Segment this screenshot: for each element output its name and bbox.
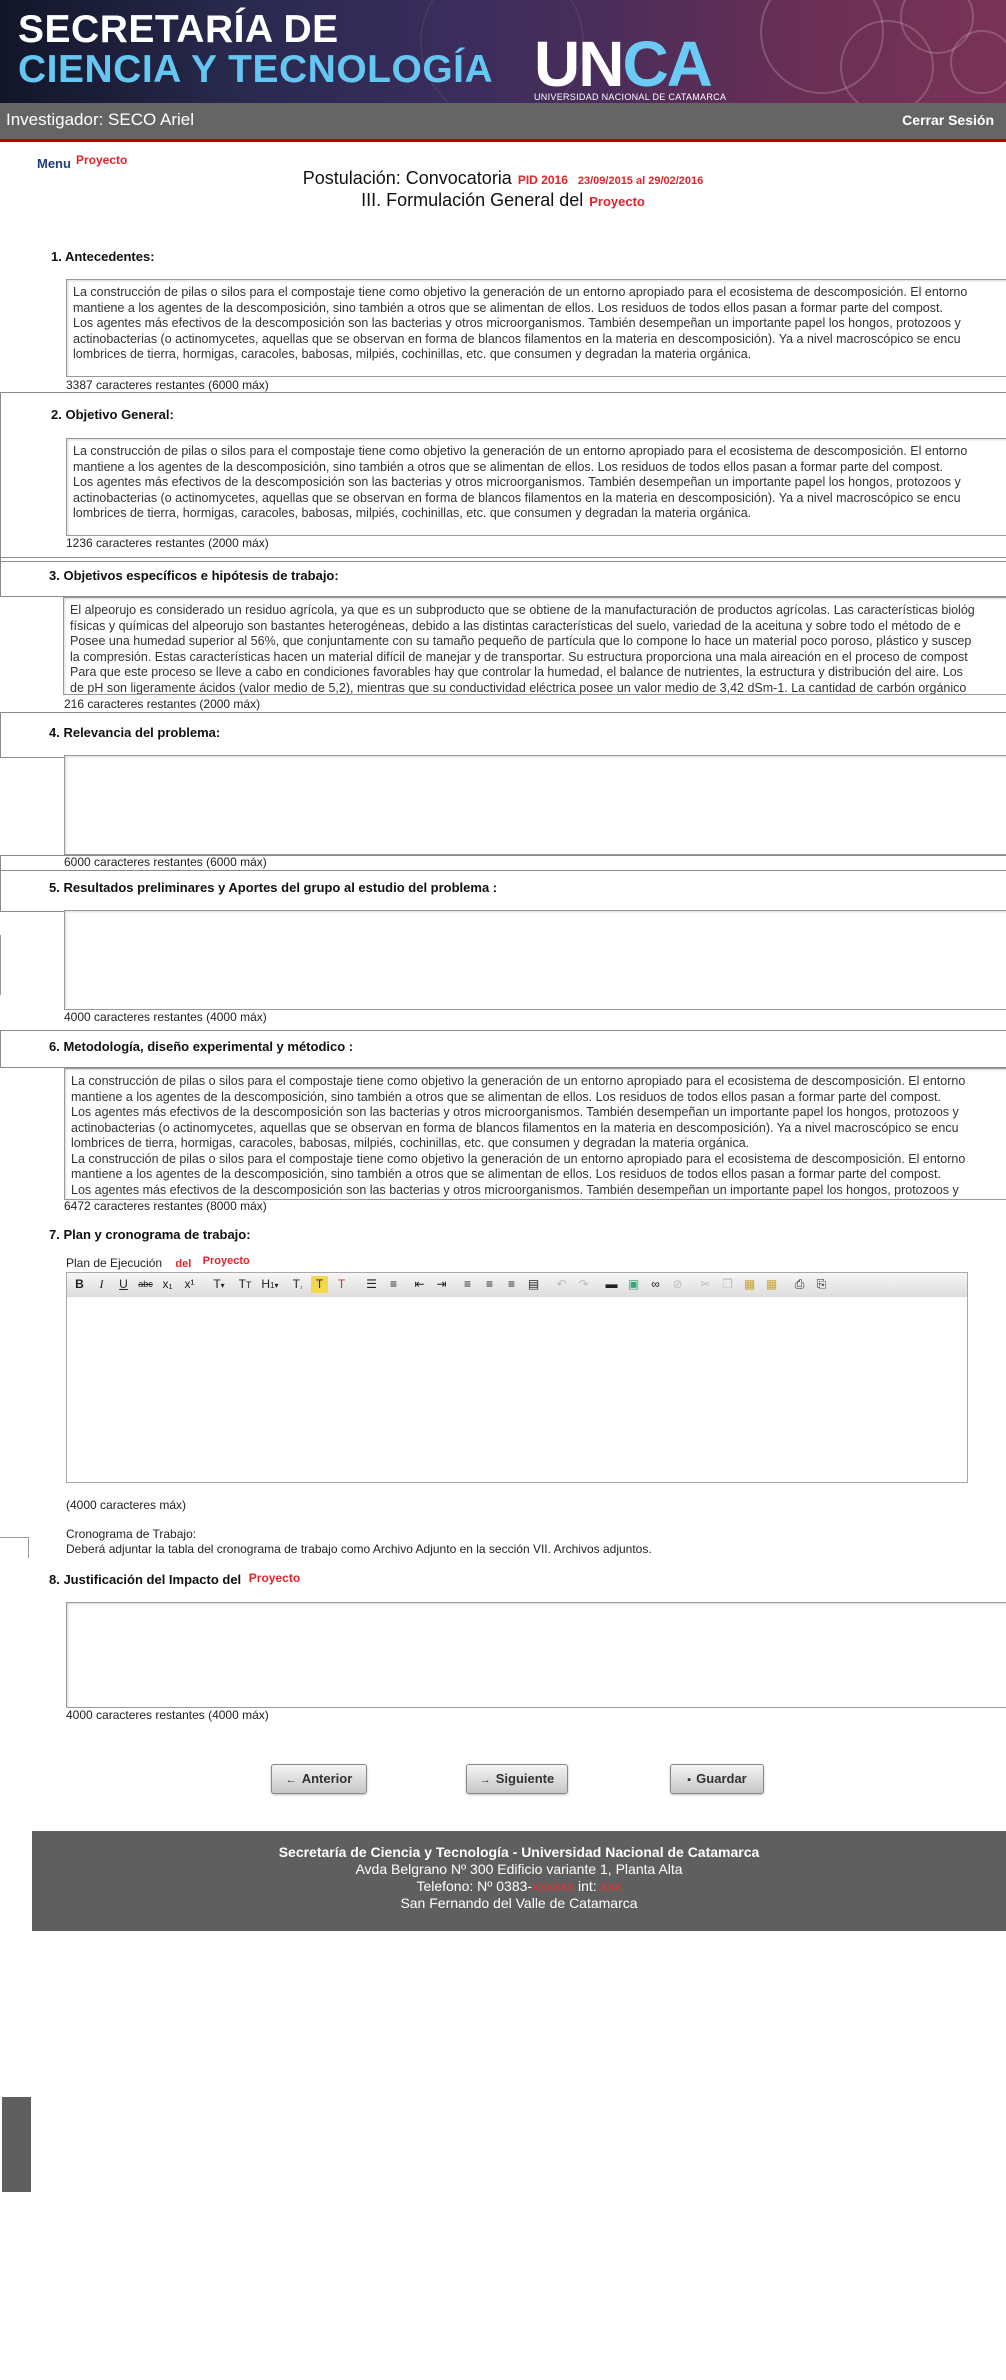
antecedentes-textarea[interactable]: La construcción de pilas o silos para el…	[66, 279, 1006, 377]
footer-city: San Fernando del Valle de Catamarca	[400, 1895, 638, 1911]
indent-icon[interactable]: ⇥	[433, 1276, 450, 1293]
section2-counter: 1236 caracteres restantes (2000 máx)	[66, 536, 269, 550]
logo-subtitle: UNIVERSIDAD NACIONAL DE CATAMARCA	[534, 92, 727, 102]
bullet-list-icon[interactable]: ☰	[363, 1276, 380, 1293]
banner-title-line1: SECRETARÍA DE	[18, 8, 339, 51]
section8-label: 8. Justificación del Impacto del Proyect…	[49, 1571, 301, 1587]
horizontal-rule-icon[interactable]: ▬	[603, 1276, 620, 1293]
arrow-left-icon: ←	[285, 1774, 297, 1786]
format-button[interactable]: T₁	[289, 1276, 306, 1293]
cronograma-label: Cronograma de Trabajo:	[66, 1527, 197, 1541]
logo-ca: CA	[622, 28, 712, 100]
cronograma-text: Deberá adjuntar la tabla del cronograma …	[66, 1542, 652, 1556]
section3-counter: 216 caracteres restantes (2000 máx)	[64, 697, 261, 711]
superscript-button[interactable]: x¹	[181, 1276, 198, 1293]
plan-ejecucion-editor[interactable]	[66, 1297, 968, 1483]
footer: Secretaría de Ciencia y Tecnología - Uni…	[32, 1831, 1006, 1931]
section7-label: 7. Plan y cronograma de trabajo:	[49, 1227, 251, 1242]
section-title: III. Formulación General del Proyecto	[361, 190, 645, 210]
section3-label: 3. Objetivos específicos e hipótesis de …	[49, 568, 339, 583]
logo-un: UN	[534, 28, 624, 100]
section4-label: 4. Relevancia del problema:	[49, 725, 221, 740]
plan-max-label: (4000 caracteres máx)	[66, 1498, 187, 1512]
copy-icon[interactable]: ❐	[719, 1276, 736, 1293]
print-icon[interactable]: ⎙	[791, 1276, 808, 1293]
heading-button[interactable]: H1▾	[259, 1276, 281, 1293]
numbered-list-icon[interactable]: ≡	[385, 1276, 402, 1293]
italic-button[interactable]: I	[93, 1276, 110, 1293]
footer-address: Avda Belgrano Nº 300 Edificio variante 1…	[355, 1861, 683, 1877]
plan-label: Plan de Ejecución del Proyecto	[66, 1255, 250, 1270]
relevancia-textarea[interactable]	[64, 755, 1006, 855]
justificacion-textarea[interactable]	[66, 1602, 1006, 1708]
align-right-icon[interactable]: ≡	[503, 1276, 520, 1293]
unca-logo: UNCA	[534, 32, 713, 96]
bold-button[interactable]: B	[71, 1276, 88, 1293]
remove-format-button[interactable]: T	[333, 1276, 350, 1293]
left-edge-mark	[0, 1537, 29, 1558]
cut-icon[interactable]: ✂	[697, 1276, 714, 1293]
side-gray-block	[2, 2097, 31, 2192]
preview-icon[interactable]: ⎘	[813, 1276, 830, 1293]
call-dates: 23/09/2015 al 29/02/2016	[577, 175, 704, 187]
user-bar: Investigador: SECO Ariel Cerrar Sesión	[0, 103, 1006, 142]
font-family-button[interactable]: TT	[235, 1276, 255, 1293]
subscript-button[interactable]: x₁	[159, 1276, 176, 1293]
section4-counter-frame	[0, 855, 1006, 871]
page-title: Postulación: Convocatoria PID 2016 23/09/2…	[302, 168, 704, 188]
link-icon[interactable]: ∞	[647, 1276, 664, 1293]
outdent-icon[interactable]: ⇤	[411, 1276, 428, 1293]
strikethrough-button[interactable]: abc	[137, 1276, 154, 1293]
paste-icon[interactable]: ▦	[741, 1276, 758, 1293]
editor-toolbar: B I U abc x₁ x¹ T▾ TT H1▾ T₁ T T ☰ ≡ ⇤ ⇥…	[66, 1272, 968, 1298]
pid-label: PID 2016	[517, 173, 568, 187]
align-center-icon[interactable]: ≡	[481, 1276, 498, 1293]
highlight-button[interactable]: T	[311, 1276, 328, 1293]
section2-label: 2. Objetivo General:	[51, 407, 174, 422]
footer-org: Secretaría de Ciencia y Tecnología - Uni…	[278, 1844, 760, 1860]
section1-label: 1. Antecedentes:	[51, 249, 155, 264]
section6-frame	[0, 1030, 1006, 1068]
section5-frame	[0, 870, 1006, 912]
justify-icon[interactable]: ▤	[525, 1276, 542, 1293]
footer-phone: Telefono: Nº 0383-xxxxxx int: xxx	[416, 1878, 622, 1894]
investigator-name: Investigador: SECO Ariel	[6, 110, 195, 129]
objetivos-especificos-textarea[interactable]: El alpeorujo es considerado un residuo a…	[63, 597, 1006, 695]
left-edge-mark	[0, 935, 4, 995]
objetivo-general-textarea[interactable]: La construcción de pilas o silos para el…	[66, 438, 1006, 536]
redo-icon[interactable]: ↷	[575, 1276, 592, 1293]
section8-counter: 4000 caracteres restantes (4000 máx)	[66, 1708, 269, 1722]
logout-link[interactable]: Cerrar Sesión	[902, 112, 994, 128]
floppy-icon: ▪	[687, 1774, 692, 1786]
previous-button[interactable]: ← Anterior	[271, 1764, 367, 1794]
image-icon[interactable]: ▣	[625, 1276, 642, 1293]
next-button[interactable]: → Siguiente	[466, 1764, 568, 1794]
resultados-textarea[interactable]	[64, 910, 1006, 1010]
banner-title-line2: CIENCIA Y TECNOLOGÍA	[18, 48, 494, 91]
paste-text-icon[interactable]: ▦	[763, 1276, 780, 1293]
underline-button[interactable]: U	[115, 1276, 132, 1293]
arrow-right-icon: →	[479, 1774, 491, 1786]
header-banner: SECRETARÍA DE CIENCIA Y TECNOLOGÍA UNCA …	[0, 0, 1006, 103]
metodologia-textarea[interactable]: La construcción de pilas o silos para el…	[64, 1068, 1006, 1200]
unlink-icon[interactable]: ⊘	[669, 1276, 686, 1293]
font-size-button[interactable]: T▾	[209, 1276, 229, 1293]
undo-icon[interactable]: ↶	[553, 1276, 570, 1293]
breadcrumb-current: Proyecto	[76, 153, 128, 167]
section1-counter: 3387 caracteres restantes (6000 máx)	[66, 378, 269, 392]
section6-counter: 6472 caracteres restantes (8000 máx)	[64, 1199, 267, 1213]
align-left-icon[interactable]: ≡	[459, 1276, 476, 1293]
save-button[interactable]: ▪ Guardar	[670, 1764, 764, 1794]
section5-counter: 4000 caracteres restantes (4000 máx)	[64, 1010, 267, 1024]
